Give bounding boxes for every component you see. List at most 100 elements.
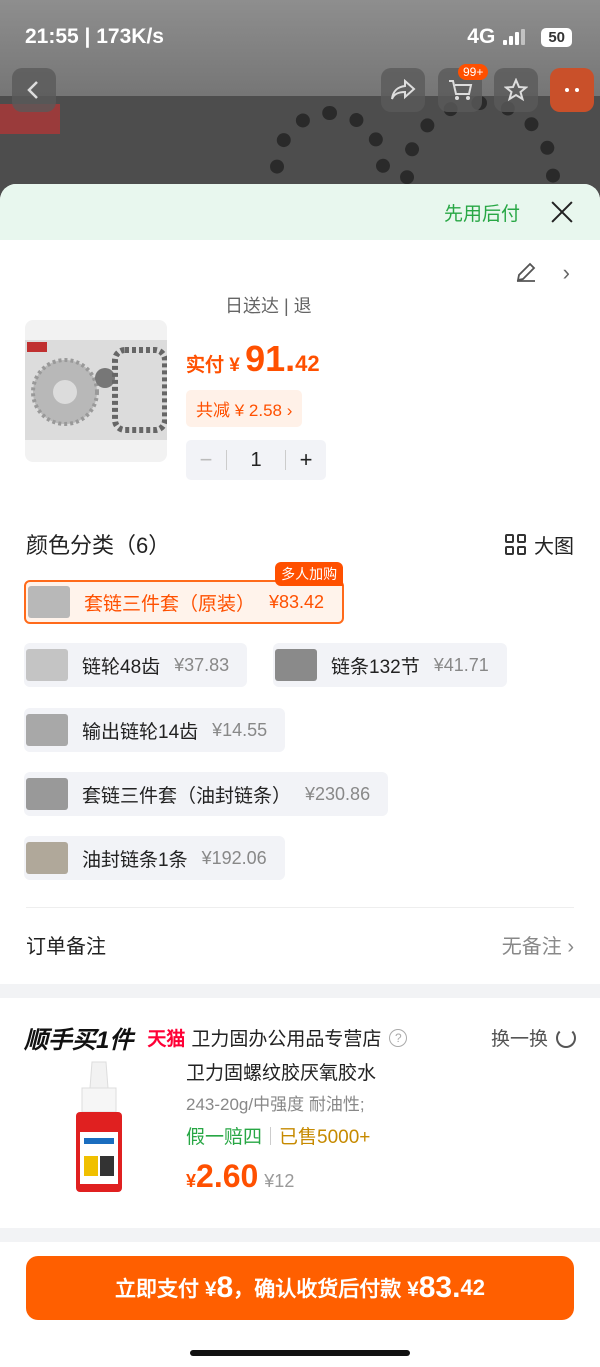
variant-thumb	[26, 649, 68, 681]
refresh-icon	[556, 1027, 576, 1048]
addon-header: 顺手买1件 天猫 卫力固办公用品专营店 ? 换一换	[24, 1020, 576, 1055]
back-icon	[27, 81, 38, 99]
signal-icon	[503, 29, 526, 45]
variant-name: 链条132节	[331, 656, 420, 678]
addon-price-value: 2.60	[196, 1158, 259, 1194]
variant-price: ¥230.86	[305, 783, 371, 804]
tmall-logo: 天猫	[147, 1029, 186, 1050]
banner-text: 先用后付	[443, 203, 520, 225]
variant-option-selected[interactable]: 套链三件套（原装） ¥83.42 多人加购	[24, 562, 345, 624]
address-row[interactable]: › 日送达 | 退	[0, 240, 600, 320]
share-button[interactable]	[381, 68, 425, 112]
product-summary: 实付 ¥ 91.42 共减 ¥ 2.58 › − 1 +	[0, 320, 600, 480]
popular-tag: 多人加购	[275, 562, 344, 586]
order-remark-row[interactable]: 订单备注 无备注 ›	[26, 924, 574, 964]
grid-icon	[505, 533, 526, 555]
variant-price: ¥41.71	[433, 654, 489, 675]
section-gap	[0, 984, 600, 998]
cart-button[interactable]: 99+	[438, 64, 489, 112]
pay-amount-now: 8	[216, 1271, 234, 1304]
pay-amount-later: 83.	[418, 1271, 461, 1304]
variant-thumb	[26, 842, 68, 874]
addon-currency: ¥	[186, 1171, 197, 1191]
big-view-toggle[interactable]: 大图	[505, 530, 574, 559]
variant-price: ¥83.42	[269, 591, 325, 612]
variant-price: ¥14.55	[212, 719, 268, 740]
message-icon	[565, 88, 579, 92]
addon-price: ¥2.60 ¥12	[186, 1158, 294, 1195]
variant-name: 输出链轮14齿	[82, 721, 199, 743]
edit-icon[interactable]	[514, 260, 538, 284]
tag-separator	[270, 1126, 272, 1145]
quantity-stepper: − 1 +	[186, 440, 326, 480]
swap-label: 换一换	[490, 1029, 548, 1050]
guarantee-banner: 先用后付	[0, 184, 600, 240]
order-sheet: 先用后付 › 日送达 | 退 实付 ¥ 91.42 共减 ¥ 2.58 › − …	[0, 184, 600, 1367]
variant-thumb	[28, 586, 70, 618]
chevron-right-icon: ›	[562, 260, 570, 285]
variant-price: ¥37.83	[174, 654, 230, 675]
share-icon	[391, 79, 416, 100]
variant-option[interactable]: 油封链条1条 ¥192.06	[24, 836, 285, 880]
variant-option[interactable]: 输出链轮14齿 ¥14.55	[24, 708, 286, 752]
variant-name: 套链三件套（原装）	[84, 593, 256, 615]
back-button[interactable]	[12, 68, 56, 112]
addon-tags: 假一赔四 已售5000+	[186, 1122, 370, 1149]
variant-option[interactable]: 套链三件套（油封链条） ¥230.86	[24, 772, 389, 816]
addon-section: 顺手买1件 天猫 卫力固办公用品专营店 ? 换一换 卫力固螺纹胶厌氧胶水 243…	[0, 998, 600, 1228]
swap-button[interactable]: 换一换	[491, 1024, 576, 1051]
variant-name: 套链三件套（油封链条）	[82, 785, 292, 807]
remark-value: 无备注 ›	[501, 935, 574, 958]
quantity-value[interactable]: 1	[226, 450, 286, 470]
sprocket-chain-image	[25, 340, 167, 440]
variant-option[interactable]: 链轮48齿 ¥37.83	[24, 643, 248, 687]
addon-title[interactable]: 卫力固螺纹胶厌氧胶水	[186, 1058, 376, 1085]
pay-text-2: ，确认收货后付款 ¥	[233, 1278, 419, 1301]
addon-old-price: ¥12	[264, 1171, 295, 1191]
guarantee-tag: 假一赔四	[186, 1127, 263, 1148]
variant-price: ¥192.06	[201, 847, 267, 868]
battery-icon: 50	[541, 27, 572, 47]
decrease-button[interactable]: −	[186, 447, 226, 473]
pay-now-button[interactable]: 立即支付 ¥8 ，确认收货后付款 ¥83. 42	[26, 1256, 574, 1320]
increase-button[interactable]: +	[286, 447, 326, 473]
variant-section-header: 颜色分类（6） 大图	[26, 524, 574, 564]
price-decimal: 42	[295, 351, 320, 376]
variant-name: 油封链条1条	[82, 849, 188, 871]
network-label: 4G	[467, 25, 496, 48]
big-view-label: 大图	[534, 535, 574, 558]
product-image[interactable]	[25, 320, 167, 462]
close-icon[interactable]	[550, 200, 574, 224]
status-bar: 21:55 | 173K/s 4G 50	[0, 0, 600, 70]
remark-label: 订单备注	[26, 935, 106, 958]
section-gap	[0, 1228, 600, 1242]
sold-count: 已售5000+	[279, 1127, 371, 1148]
actual-price: 实付 ¥ 91.42	[186, 338, 320, 380]
price-label: 实付 ¥	[186, 355, 246, 376]
addon-product-image[interactable]	[24, 1058, 174, 1208]
star-icon	[504, 78, 528, 102]
favorite-button[interactable]	[494, 68, 538, 112]
store-name[interactable]: 卫力固办公用品专营店	[191, 1024, 381, 1051]
delivery-info: 日送达 | 退	[225, 296, 312, 316]
variant-name: 链轮48齿	[82, 656, 161, 678]
price-integer: 91.	[245, 338, 296, 379]
variant-section-title: 颜色分类（6）	[26, 533, 171, 558]
status-right: 4G 50	[467, 25, 572, 49]
glue-bottle-image	[76, 1061, 122, 1192]
discount-badge[interactable]: 共减 ¥ 2.58 ›	[186, 390, 303, 427]
status-time: 21:55 | 173K/s	[25, 25, 164, 48]
home-indicator[interactable]	[190, 1350, 410, 1356]
addon-subtitle: 243-20g/中强度 耐油性;	[186, 1095, 365, 1114]
cart-icon	[449, 80, 473, 100]
variant-option[interactable]: 链条132节 ¥41.71	[273, 643, 507, 687]
help-icon[interactable]: ?	[389, 1028, 408, 1047]
variant-thumb	[275, 649, 317, 681]
addon-brand: 顺手买1件	[24, 1027, 134, 1054]
pay-text-1: 立即支付 ¥	[115, 1278, 217, 1301]
pay-amount-later-decimal: 42	[460, 1275, 485, 1300]
cart-badge: 99+	[458, 64, 489, 80]
variant-thumb	[26, 778, 68, 810]
message-button[interactable]	[550, 68, 594, 112]
divider	[26, 907, 574, 908]
